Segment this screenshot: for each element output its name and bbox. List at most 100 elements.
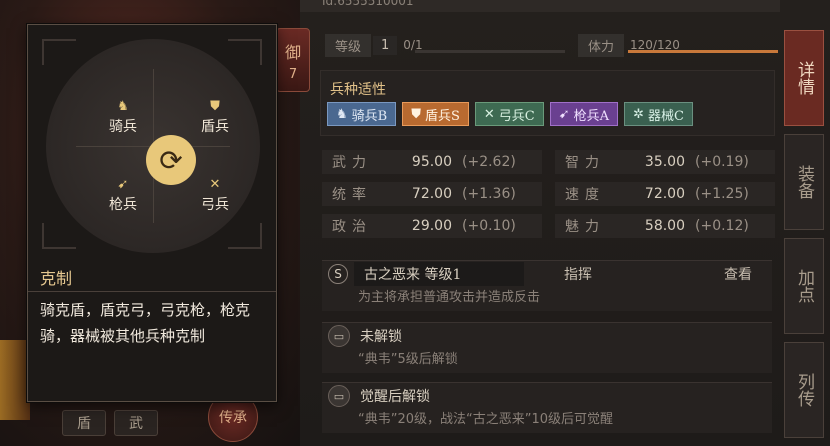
level-value: 1 bbox=[373, 35, 398, 55]
skill-description: “典韦”20级，战法“古之恶来”10级后可觉醒 bbox=[358, 412, 614, 427]
troop-chip-label: 盾兵S bbox=[424, 108, 460, 124]
lock-icon: ▭ bbox=[328, 385, 350, 407]
skill-name[interactable]: 觉醒后解锁 bbox=[360, 386, 430, 406]
tab-equipment[interactable]: 装备 bbox=[784, 134, 824, 230]
attr-value: 35.00 bbox=[644, 154, 685, 170]
skill-name[interactable]: 未解锁 bbox=[360, 326, 402, 346]
attr-name: 统率 bbox=[332, 187, 372, 203]
attr-name: 智力 bbox=[565, 155, 605, 171]
defense-badge-number: 7 bbox=[288, 66, 298, 82]
attr-row: 智力 35.00 (+0.19) bbox=[555, 150, 775, 174]
skill-description: “典韦”5级后解锁 bbox=[358, 352, 458, 367]
attr-bonus: (+2.62) bbox=[462, 154, 516, 170]
skill-name[interactable]: 古之恶来 等级1 bbox=[354, 262, 524, 286]
attr-row: 武力 95.00 (+2.62) bbox=[322, 150, 542, 174]
horse-icon: ♞ bbox=[336, 106, 348, 122]
attr-bonus: (+0.10) bbox=[462, 218, 516, 234]
counter-wheel: ♞ 骑兵 ⛊ 盾兵 ➹ 枪兵 ✕ 弓兵 ⟳ bbox=[46, 39, 260, 253]
attr-bonus: (+1.36) bbox=[462, 186, 516, 202]
bow-icon: ✕ bbox=[483, 106, 495, 122]
troop-chip-label: 器械C bbox=[647, 108, 684, 124]
troop-chip-siege[interactable]: ✲ 器械C bbox=[624, 102, 693, 126]
unit-spear: ➹ 枪兵 bbox=[96, 177, 150, 214]
skill-slot-2: ▭ 未解锁 “典韦”5级后解锁 bbox=[322, 322, 772, 373]
troop-chip-cavalry[interactable]: ♞ 骑兵B bbox=[327, 102, 397, 126]
attr-bonus: (+0.12) bbox=[695, 218, 749, 234]
skill-header: ▭ 觉醒后解锁 bbox=[322, 383, 772, 409]
attr-bonus: (+0.19) bbox=[695, 154, 749, 170]
tab-biography[interactable]: 列传 bbox=[784, 342, 824, 438]
gold-decoration bbox=[0, 340, 30, 420]
defense-badge-char: 御 bbox=[284, 42, 301, 62]
bow-icon: ✕ bbox=[209, 177, 221, 192]
stamina-label: 体力 bbox=[578, 33, 625, 57]
unit-shield-label: 盾兵 bbox=[201, 119, 229, 135]
troop-chip-row: ♞ 骑兵B ⛊ 盾兵S ✕ 弓兵C ➹ 枪兵A ✲ 器械C bbox=[327, 102, 693, 126]
level-row: 等级 1 0/1 bbox=[325, 33, 423, 57]
lock-icon: ▭ bbox=[328, 325, 350, 347]
attr-name: 速度 bbox=[565, 187, 605, 203]
tab-label: 列传 bbox=[794, 373, 814, 407]
popup-description: 骑克盾，盾克弓，弓克枪，枪克骑，器械被其他兵种克制 bbox=[40, 301, 251, 345]
skill-slot-3: ▭ 觉醒后解锁 “典韦”20级，战法“古之恶来”10级后可觉醒 bbox=[322, 382, 772, 433]
level-exp-bar bbox=[415, 50, 565, 53]
attr-row: 速度 72.00 (+1.25) bbox=[555, 182, 775, 206]
attr-row: 统率 72.00 (+1.36) bbox=[322, 182, 542, 206]
spear-icon: ➹ bbox=[558, 106, 570, 122]
attr-row: 魅力 58.00 (+0.12) bbox=[555, 214, 775, 238]
corner-ornament bbox=[42, 39, 76, 65]
skill-description: 为主将承担普通攻击并造成反击 bbox=[358, 290, 541, 305]
tag-martial[interactable]: 武 bbox=[114, 410, 158, 436]
unit-bow: ✕ 弓兵 bbox=[188, 177, 242, 214]
attr-value: 29.00 bbox=[411, 218, 452, 234]
corner-ornament bbox=[228, 39, 262, 65]
unit-spear-label: 枪兵 bbox=[109, 197, 137, 213]
tab-label: 详情 bbox=[794, 61, 814, 95]
popup-title: 克制 bbox=[40, 269, 73, 288]
unit-cavalry: ♞ 骑兵 bbox=[96, 99, 150, 136]
attr-value: 72.00 bbox=[411, 186, 452, 202]
tab-points[interactable]: 加点 bbox=[784, 238, 824, 334]
skill-header: S 古之恶来 等级1 指挥 查看 bbox=[322, 261, 772, 287]
troop-chip-shield[interactable]: ⛊ 盾兵S bbox=[402, 102, 469, 126]
tab-label: 加点 bbox=[794, 269, 814, 303]
troop-chip-label: 弓兵C bbox=[498, 108, 535, 124]
cycle-icon: ⟳ bbox=[146, 135, 196, 185]
corner-ornament bbox=[42, 223, 76, 249]
shield-icon: ⛊ bbox=[210, 99, 220, 114]
troop-chip-spear[interactable]: ➹ 枪兵A bbox=[549, 102, 619, 126]
tag-shield[interactable]: 盾 bbox=[62, 410, 106, 436]
gear-icon: ✲ bbox=[633, 106, 644, 122]
unit-bow-label: 弓兵 bbox=[201, 197, 229, 213]
unit-shield: ⛊ 盾兵 bbox=[188, 99, 242, 136]
attr-bonus: (+1.25) bbox=[695, 186, 749, 202]
tab-label: 装备 bbox=[794, 165, 814, 199]
skill-type: 指挥 bbox=[564, 267, 592, 283]
popup-divider bbox=[28, 291, 276, 292]
troop-chip-label: 枪兵A bbox=[573, 108, 610, 124]
stamina-fill bbox=[628, 50, 778, 53]
attr-name: 政治 bbox=[332, 219, 372, 235]
horse-icon: ♞ bbox=[117, 99, 129, 114]
skill-header: ▭ 未解锁 bbox=[322, 323, 772, 349]
spear-icon: ➹ bbox=[117, 177, 129, 192]
troop-chip-bow[interactable]: ✕ 弓兵C bbox=[474, 102, 544, 126]
counter-popup: ♞ 骑兵 ⛊ 盾兵 ➹ 枪兵 ✕ 弓兵 ⟳ 克制 骑克盾，盾克弓，弓克枪，枪克骑… bbox=[27, 24, 277, 402]
corner-ornament bbox=[228, 223, 262, 249]
troop-section-title: 兵种适性 bbox=[330, 82, 386, 98]
shield-icon: ⛊ bbox=[411, 106, 421, 122]
level-label: 等级 bbox=[325, 33, 372, 57]
attr-value: 72.00 bbox=[644, 186, 685, 202]
player-id: Id:6555510001 bbox=[322, 0, 414, 8]
attr-name: 魅力 bbox=[565, 219, 605, 235]
unit-cavalry-label: 骑兵 bbox=[109, 119, 137, 135]
stamina-bar bbox=[628, 50, 778, 53]
tab-details[interactable]: 详情 bbox=[784, 30, 824, 126]
attr-row: 政治 29.00 (+0.10) bbox=[322, 214, 542, 238]
skill-grade-icon: S bbox=[328, 264, 348, 284]
troop-chip-label: 骑兵B bbox=[351, 108, 388, 124]
attr-value: 58.00 bbox=[644, 218, 685, 234]
view-skill-button[interactable]: 查看 bbox=[724, 264, 752, 284]
skill-slot-1: S 古之恶来 等级1 指挥 查看 为主将承担普通攻击并造成反击 bbox=[322, 260, 772, 311]
defense-badge: 御 7 bbox=[276, 28, 310, 92]
